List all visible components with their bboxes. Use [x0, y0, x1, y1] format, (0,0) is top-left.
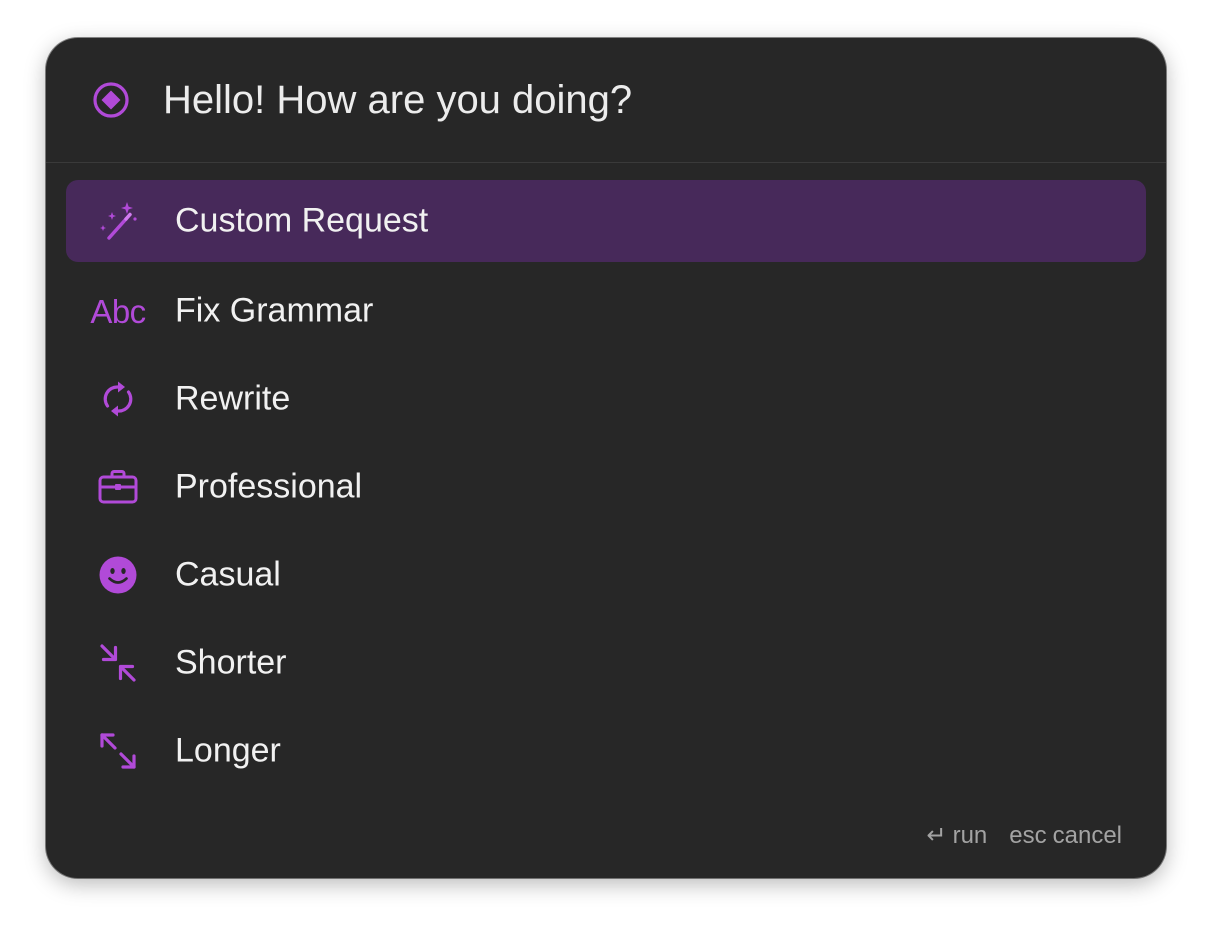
- action-casual[interactable]: Casual: [66, 532, 1146, 618]
- palette-header: Hello! How are you doing?: [46, 38, 1166, 163]
- action-label: Fix Grammar: [175, 291, 374, 330]
- action-fix-grammar[interactable]: Abc Fix Grammar: [66, 268, 1146, 354]
- action-list: Custom Request Abc Fix Grammar Rewrite P…: [66, 180, 1146, 796]
- smiley-icon: [88, 553, 148, 597]
- keyboard-hints: ↵ run esc cancel: [926, 821, 1122, 850]
- action-rewrite[interactable]: Rewrite: [66, 356, 1146, 442]
- action-label: Longer: [175, 731, 281, 770]
- cancel-hint: esc cancel: [1009, 822, 1122, 850]
- action-label: Casual: [175, 555, 281, 594]
- shrink-arrows-icon: [88, 641, 148, 685]
- cancel-label: cancel: [1052, 821, 1122, 849]
- expand-arrows-icon: [88, 729, 148, 773]
- action-label: Professional: [175, 467, 363, 506]
- action-label: Rewrite: [175, 379, 291, 418]
- action-shorter[interactable]: Shorter: [66, 620, 1146, 706]
- selected-text-preview: Hello! How are you doing?: [163, 78, 633, 122]
- action-longer[interactable]: Longer: [66, 708, 1146, 794]
- action-label: Custom Request: [175, 201, 429, 240]
- action-custom-request[interactable]: Custom Request: [66, 180, 1146, 262]
- action-label: Shorter: [175, 643, 287, 682]
- ai-command-palette: Hello! How are you doing? Custom Request…: [46, 38, 1166, 878]
- run-hint: ↵ run: [926, 821, 987, 850]
- abc-text-icon: Abc: [90, 292, 146, 330]
- esc-key-label: esc: [1009, 821, 1047, 849]
- refresh-icon: [88, 377, 148, 421]
- ai-diamond-icon: [92, 81, 130, 119]
- run-label: run: [952, 821, 988, 849]
- briefcase-icon: [88, 465, 148, 509]
- magic-wand-icon: [88, 199, 148, 243]
- return-key-icon: ↵: [926, 822, 947, 849]
- action-professional[interactable]: Professional: [66, 444, 1146, 530]
